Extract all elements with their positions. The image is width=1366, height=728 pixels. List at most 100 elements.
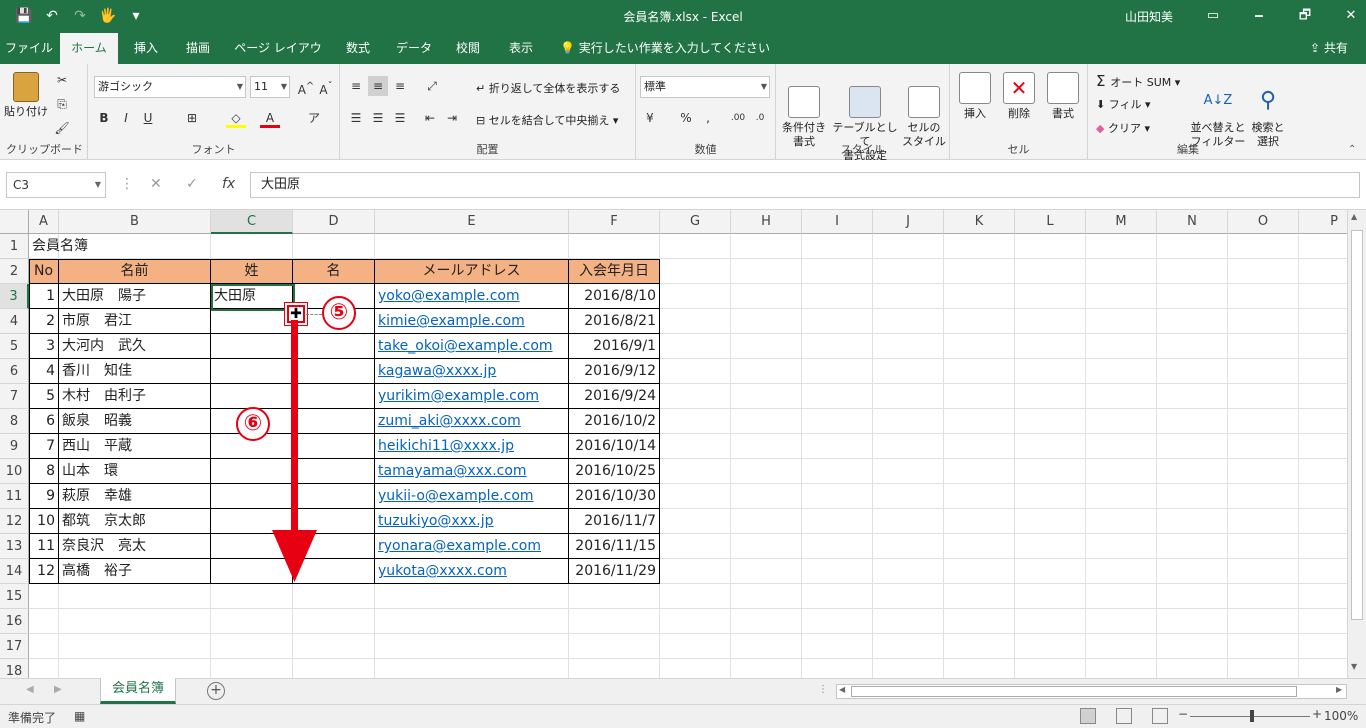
align-bottom-icon[interactable]: ≡ (390, 76, 410, 96)
scroll-up-icon[interactable]: ▲ (1351, 212, 1357, 221)
column-header-b[interactable]: B (59, 210, 211, 234)
cell-styles-button[interactable]: セルの スタイル (900, 72, 948, 149)
tab-home[interactable]: ホーム (60, 33, 118, 64)
cell-email-link[interactable]: yurikim@example.com (375, 384, 568, 409)
user-name[interactable]: 山田知美 (1125, 8, 1173, 25)
normal-view-icon[interactable] (1080, 708, 1096, 724)
fill-color-icon[interactable]: ◇ (226, 108, 246, 128)
cell-join-date[interactable]: 2016/11/7 (569, 509, 659, 534)
row-header-4[interactable]: 4 (0, 309, 29, 334)
cell-join-date[interactable]: 2016/11/29 (569, 559, 659, 584)
tab-draw[interactable]: 描画 (174, 33, 222, 64)
cell-join-date[interactable]: 2016/8/21 (569, 309, 659, 334)
page-break-view-icon[interactable] (1152, 708, 1168, 724)
row-header-6[interactable]: 6 (0, 359, 29, 384)
cell-name[interactable]: 大田原 陽子 (59, 284, 210, 309)
row-header-16[interactable]: 16 (0, 609, 29, 634)
copy-icon[interactable]: ⎘ (52, 94, 72, 114)
column-header-g[interactable]: G (660, 210, 731, 234)
row-header-14[interactable]: 14 (0, 559, 29, 584)
cell-no[interactable]: 4 (29, 359, 58, 384)
cell-join-date[interactable]: 2016/10/25 (569, 459, 659, 484)
row-header-1[interactable]: 1 (0, 234, 29, 259)
conditional-format-button[interactable]: 条件付き 書式 (778, 72, 830, 149)
cell-name[interactable]: 都筑 京太郎 (59, 509, 210, 534)
cell-name[interactable]: 高橋 裕子 (59, 559, 210, 584)
tab-view[interactable]: 表示 (498, 33, 544, 64)
column-header-i[interactable]: I (802, 210, 873, 234)
zoom-out-icon[interactable]: − (1178, 707, 1188, 721)
cell-join-date[interactable]: 2016/9/24 (569, 384, 659, 409)
cell-email-link[interactable]: kimie@example.com (375, 309, 568, 334)
cell-name[interactable]: 萩原 幸雄 (59, 484, 210, 509)
next-sheet-icon[interactable]: ▶ (54, 684, 62, 695)
cell-a1-title[interactable]: 会員名簿 (29, 234, 179, 259)
header-name[interactable]: 名前 (59, 259, 210, 284)
increase-font-icon[interactable]: A^ (296, 77, 316, 97)
row-header-7[interactable]: 7 (0, 384, 29, 409)
insert-function-icon[interactable]: fx (222, 176, 235, 192)
column-header-e[interactable]: E (375, 210, 569, 234)
row-header-12[interactable]: 12 (0, 509, 29, 534)
font-size-select[interactable]: 11 ▼ (250, 76, 290, 98)
ribbon-display-options-icon[interactable]: ▭ (1190, 4, 1236, 28)
cell-name[interactable]: 市原 君江 (59, 309, 210, 334)
cell-email-link[interactable]: yoko@example.com (375, 284, 568, 309)
font-name-select[interactable]: 游ゴシック ▼ (94, 76, 246, 98)
tab-file[interactable]: ファイル (0, 33, 58, 64)
header-email[interactable]: メールアドレス (375, 259, 568, 284)
tell-me-box[interactable]: 💡 実行したい作業を入力してください (560, 33, 770, 64)
scroll-down-icon[interactable]: ▼ (1351, 662, 1357, 671)
zoom-slider-thumb[interactable] (1250, 710, 1254, 722)
name-box[interactable]: C3 ▼ (6, 172, 106, 198)
italic-icon[interactable]: I (116, 108, 136, 128)
increase-indent-icon[interactable]: ⇥ (442, 108, 462, 128)
fill-button[interactable]: ⬇ フィル ▾ (1096, 96, 1151, 112)
cell-join-date[interactable]: 2016/11/15 (569, 534, 659, 559)
merge-center-button[interactable]: ⊟ セルを結合して中央揃え ▾ (476, 112, 618, 128)
row-header-17[interactable]: 17 (0, 634, 29, 659)
cell-no[interactable]: 12 (29, 559, 58, 584)
row-header-15[interactable]: 15 (0, 584, 29, 609)
tab-data[interactable]: データ (388, 33, 440, 64)
align-center-icon[interactable]: ☰ (368, 108, 388, 128)
column-header-h[interactable]: H (731, 210, 802, 234)
header-no[interactable]: No (29, 259, 58, 284)
column-header-l[interactable]: L (1015, 210, 1086, 234)
worksheet-grid[interactable]: ABCDEFGHIJKLMNOP 1 2 3 4 5 6 7 8 9 10 11 12 13 14 15 16… (0, 210, 1347, 678)
add-sheet-icon[interactable]: + (207, 682, 225, 700)
wrap-text-button[interactable]: ↵ 折り返して全体を表示する (476, 80, 620, 96)
cell-name[interactable]: 奈良沢 亮太 (59, 534, 210, 559)
sort-filter-button[interactable]: A↓Z 並べ替えと フィルター (1190, 72, 1246, 149)
column-header-p[interactable]: P (1299, 210, 1347, 234)
format-painter-icon[interactable]: 🖌 (52, 118, 72, 138)
find-select-button[interactable]: ⚲ 検索と 選択 (1248, 72, 1288, 149)
zoom-in-icon[interactable]: + (1312, 707, 1322, 721)
zoom-level[interactable]: 100% (1324, 709, 1358, 723)
row-header-10[interactable]: 10 (0, 459, 29, 484)
align-right-icon[interactable]: ☰ (390, 108, 410, 128)
number-format-select[interactable]: 標準 ▼ (640, 76, 770, 98)
row-header-11[interactable]: 11 (0, 484, 29, 509)
cell-email-link[interactable]: tuzukiyo@xxx.jp (375, 509, 568, 534)
column-header-f[interactable]: F (569, 210, 660, 234)
accounting-format-icon[interactable]: ¥ (640, 108, 660, 128)
cell-email-link[interactable]: kagawa@xxxx.jp (375, 359, 568, 384)
cell-no[interactable]: 5 (29, 384, 58, 409)
cell-no[interactable]: 2 (29, 309, 58, 334)
column-header-m[interactable]: M (1086, 210, 1157, 234)
vertical-scrollbar[interactable]: ▲ ▼ (1347, 210, 1366, 678)
cell-email-link[interactable]: take_okoi@example.com (375, 334, 568, 359)
close-button[interactable]: ✕ (1328, 4, 1366, 28)
cell-no[interactable]: 10 (29, 509, 58, 534)
horizontal-scrollbar[interactable]: ◀ ▶ (836, 684, 1347, 699)
column-header-o[interactable]: O (1228, 210, 1299, 234)
row-header-9[interactable]: 9 (0, 434, 29, 459)
prev-sheet-icon[interactable]: ◀ (26, 684, 34, 695)
column-header-d[interactable]: D (293, 210, 375, 234)
row-header-8[interactable]: 8 (0, 409, 29, 434)
row-header-18[interactable]: 18 (0, 659, 29, 678)
row-header-2[interactable]: 2 (0, 259, 29, 284)
cell-name[interactable]: 飯泉 昭義 (59, 409, 210, 434)
column-header-k[interactable]: K (944, 210, 1015, 234)
